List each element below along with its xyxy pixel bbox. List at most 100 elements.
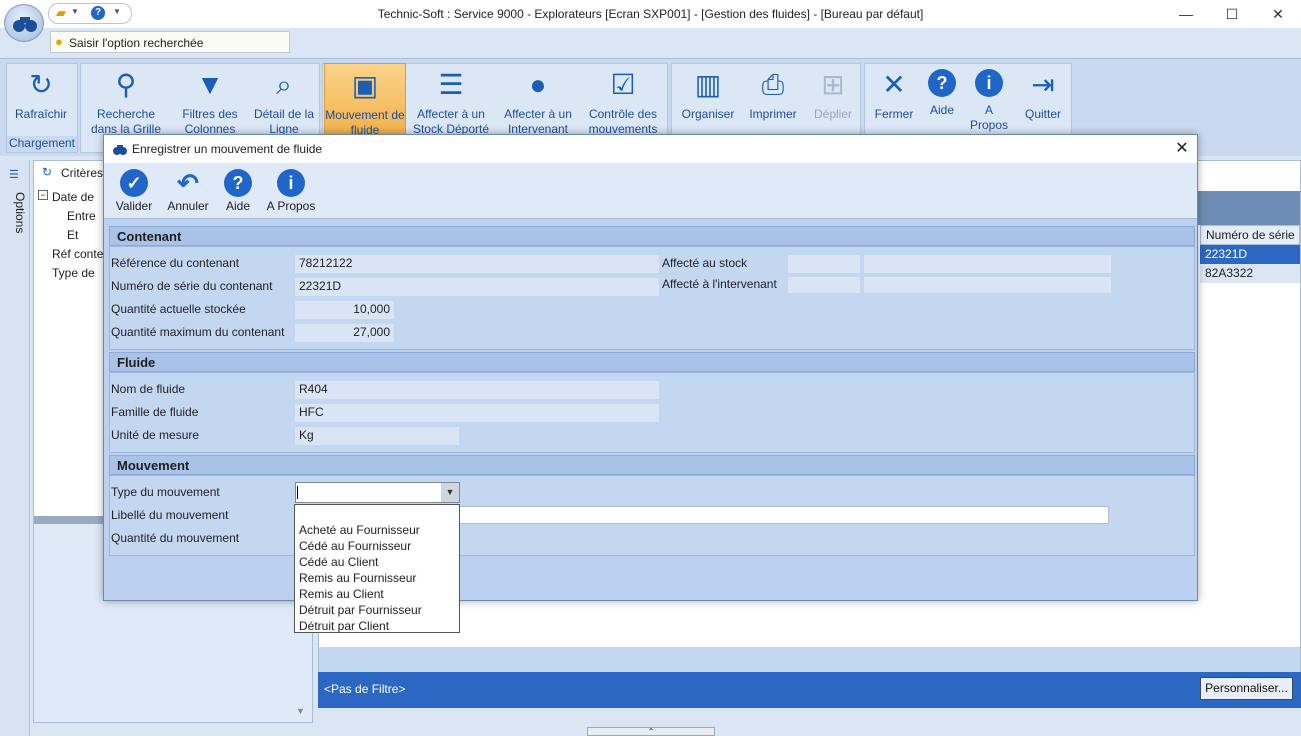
movement-type-select[interactable]: ▼ xyxy=(295,482,460,503)
folder-icon[interactable]: ▰ xyxy=(56,5,66,21)
ribbon-button-label: Filtres des Colonnes xyxy=(182,107,238,136)
scroll-down-icon[interactable]: ▼ xyxy=(296,706,305,716)
assigned-stock-code-field[interactable] xyxy=(788,255,860,273)
help-icon[interactable]: ? xyxy=(91,6,105,20)
dropdown-option[interactable]: Remis au Fournisseur xyxy=(295,570,459,586)
assigned-technician-code-field[interactable] xyxy=(788,277,860,293)
a-propos-ribbon-button[interactable]: i A Propos xyxy=(966,63,1012,135)
undo-icon: ↶ xyxy=(177,168,199,198)
collapse-icon[interactable]: − xyxy=(38,190,48,200)
dropdown-option[interactable]: Détruit par Fournisseur xyxy=(295,602,459,618)
dropdown-option[interactable]: Détruit par Client xyxy=(295,618,459,634)
current-qty-field[interactable]: 10,000 xyxy=(295,301,394,319)
ribbon-button-label: Imprimer xyxy=(749,107,797,121)
section-header-fluide: Fluide xyxy=(109,352,1195,372)
about-label: A Propos xyxy=(266,199,316,213)
dropdown-option[interactable]: Acheté au Fournisseur xyxy=(295,522,459,538)
exit-icon: ⇥ xyxy=(1031,69,1055,100)
ribbon-button-label: Fermer xyxy=(874,107,914,121)
ribbon-button-label: Contrôle des mouvements xyxy=(588,107,658,136)
binoculars-icon: ⚲ xyxy=(115,69,137,100)
filter-status: <Pas de Filtre> xyxy=(318,672,1301,708)
chevron-down-icon[interactable]: ▼ xyxy=(113,7,121,16)
mouvement-de-fluide-ribbon-button[interactable]: ▣ Mouvement de fluide xyxy=(324,63,406,137)
rafraîchir-ribbon-button[interactable]: ↻ Rafraîchir xyxy=(8,63,74,135)
criteria-row: Et xyxy=(67,228,79,242)
person-icon: ● xyxy=(529,69,547,100)
binoculars-icon xyxy=(113,145,127,155)
info-icon: i xyxy=(975,69,1003,97)
movement-label-label: Libellé du mouvement xyxy=(111,508,229,522)
cancel-button[interactable]: ↶ Annuler xyxy=(164,169,212,217)
container-ref-field[interactable]: 78212122 xyxy=(295,255,659,273)
window-title: Technic-Soft : Service 9000 - Explorateu… xyxy=(377,7,924,21)
dialog-toolbar: ✓ Valider ↶ Annuler ? Aide i A Propos xyxy=(104,163,1197,219)
magnifier-icon: ⌕ xyxy=(276,69,292,100)
ribbon-button-label: Mouvement de fluide xyxy=(325,108,405,137)
max-qty-field[interactable]: 27,000 xyxy=(295,324,394,342)
option-search-input[interactable]: Saisir l'option recherchée xyxy=(50,31,290,53)
collapse-handle[interactable]: ⌃ xyxy=(587,727,715,736)
grid-column-header[interactable]: Numéro de série xyxy=(1200,225,1300,245)
text-cursor xyxy=(297,486,298,499)
ribbon-button-label: Déplier xyxy=(813,107,852,121)
options-sidebar xyxy=(0,160,30,736)
database-icon: ☰ xyxy=(438,69,464,100)
help-icon: ? xyxy=(928,69,956,97)
unit-field[interactable]: Kg xyxy=(295,427,459,445)
criteria-row: Réf conte xyxy=(52,247,104,261)
fluid-family-field[interactable]: HFC xyxy=(295,404,659,422)
tree-icon: ⊞ xyxy=(821,69,845,100)
ribbon-button-label: A Propos xyxy=(969,103,1009,132)
recherche-dans-la-grille-ribbon-button[interactable]: ⚲ Recherche dans la Grille xyxy=(88,63,164,136)
max-qty-label: Quantité maximum du contenant xyxy=(111,325,285,339)
x-icon: ✕ xyxy=(882,69,906,100)
filtres-des-colonnes-ribbon-button[interactable]: ▼ Filtres des Colonnes xyxy=(176,63,244,136)
chevron-down-icon[interactable]: ▼ xyxy=(71,7,79,16)
close-button[interactable]: ✕ xyxy=(1255,0,1301,28)
assigned-stock-name-field[interactable] xyxy=(864,255,1111,273)
refresh-icon[interactable]: ↻ xyxy=(42,165,52,179)
imprimer-ribbon-button[interactable]: ⎙ Imprimer xyxy=(744,63,802,135)
help-button[interactable]: ? Aide xyxy=(221,169,255,217)
fluid-name-label: Nom de fluide xyxy=(111,382,186,396)
dropdown-option[interactable]: Remis au Client xyxy=(295,586,459,602)
options-icon[interactable]: ☰ xyxy=(9,168,23,182)
refresh-icon: ↻ xyxy=(29,69,53,100)
affecter-à-un-intervenant-ribbon-button[interactable]: ● Affecter à un Intervenant xyxy=(498,63,578,136)
current-qty-label: Quantité actuelle stockée xyxy=(111,302,246,316)
fermer-ribbon-button[interactable]: ✕ Fermer xyxy=(870,63,918,135)
movement-type-dropdown: Acheté au Fournisseur Cédé au Fournisseu… xyxy=(294,504,460,633)
options-tab[interactable]: Options xyxy=(3,192,27,242)
déplier-ribbon-button: ⊞ Déplier xyxy=(808,63,858,135)
personalize-button[interactable]: Personnaliser... xyxy=(1200,677,1293,700)
maximize-button[interactable]: ☐ xyxy=(1209,0,1255,28)
container-serial-label: Numéro de série du contenant xyxy=(111,279,273,293)
cubes-icon: ▣ xyxy=(351,70,379,101)
criteria-row: Entre xyxy=(67,209,96,223)
container-serial-field[interactable]: 22321D xyxy=(295,278,659,296)
ribbon-button-label: Quitter xyxy=(1024,107,1061,121)
affecter-à-un-stock-déporté-ribbon-button[interactable]: ☰ Affecter à un Stock Déporté xyxy=(410,63,492,136)
dropdown-option[interactable]: Cédé au Fournisseur xyxy=(295,538,459,554)
dialog-title: Enregistrer un mouvement de fluide xyxy=(132,142,323,156)
détail-de-la-ligne-ribbon-button[interactable]: ⌕ Détail de la Ligne xyxy=(252,63,316,136)
section-header-mouvement: Mouvement xyxy=(109,455,1195,475)
columns-icon: ▥ xyxy=(694,69,722,100)
fluid-name-field[interactable]: R404 xyxy=(295,381,659,399)
minimize-button[interactable]: — xyxy=(1163,0,1209,28)
validate-button[interactable]: ✓ Valider xyxy=(112,169,156,217)
dialog-close-button[interactable]: ✕ xyxy=(1172,138,1192,158)
about-button[interactable]: i A Propos xyxy=(264,169,318,217)
dropdown-option[interactable]: Cédé au Client xyxy=(295,554,459,570)
quitter-ribbon-button[interactable]: ⇥ Quitter xyxy=(1018,63,1068,135)
assigned-technician-name-field[interactable] xyxy=(864,277,1111,293)
contrôle-des-mouvements-ribbon-button[interactable]: ☑ Contrôle des mouvements xyxy=(584,63,662,136)
organiser-ribbon-button[interactable]: ▥ Organiser xyxy=(678,63,738,135)
aide-ribbon-button[interactable]: ? Aide xyxy=(922,63,962,135)
ribbon-button-label: Rafraîchir xyxy=(14,107,67,121)
grid-cell-selected[interactable]: 22321D xyxy=(1200,245,1300,264)
chevron-down-icon[interactable]: ▼ xyxy=(441,483,459,502)
app-menu-button[interactable] xyxy=(4,4,44,42)
grid-cell[interactable]: 82A3322 xyxy=(1200,264,1300,283)
